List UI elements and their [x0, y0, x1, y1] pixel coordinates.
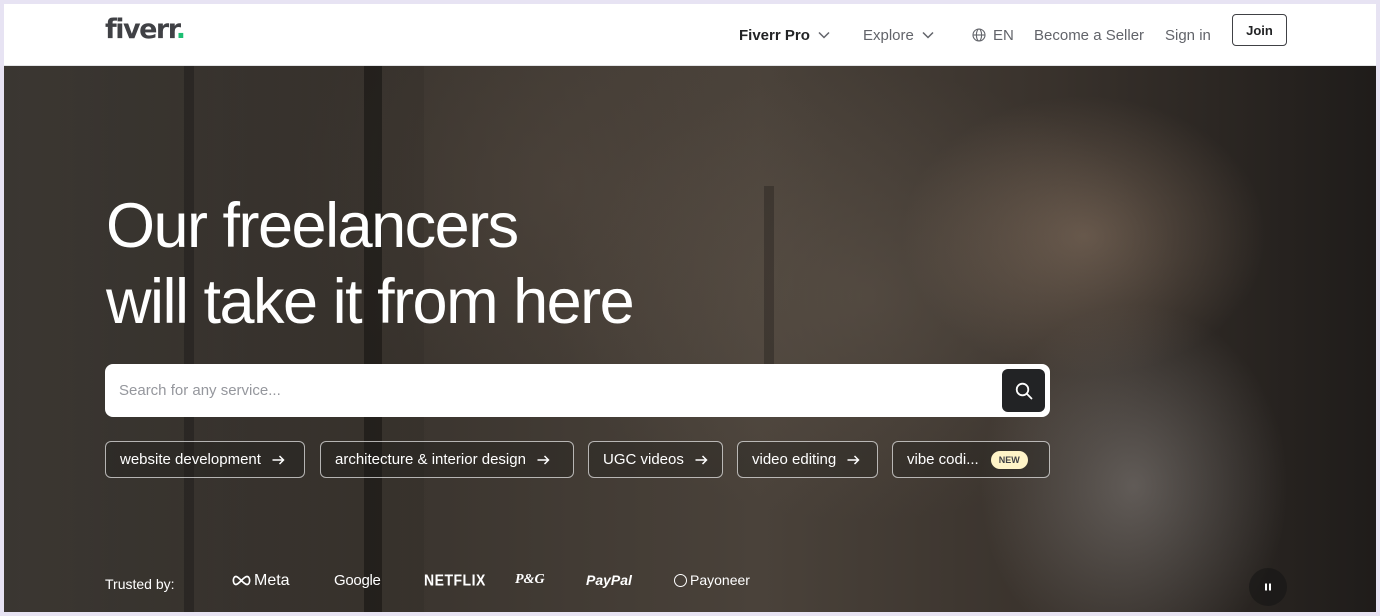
fiverr-logo[interactable]: fiverr. — [105, 14, 186, 45]
brand-logo-meta: Meta — [231, 572, 290, 590]
video-pause-button[interactable] — [1249, 568, 1287, 606]
chip-website-development[interactable]: website development — [105, 441, 305, 478]
nav-fiverr-pro[interactable]: Fiverr Pro — [739, 4, 830, 66]
search-icon — [1015, 382, 1032, 399]
nav-explore[interactable]: Explore — [863, 4, 934, 66]
new-badge: NEW — [990, 450, 1028, 469]
hero-headline-line-1: Our freelancers — [106, 191, 519, 261]
brand-logo-pg: P&G — [515, 572, 545, 587]
arrow-right-icon — [695, 454, 708, 465]
nav-explore-label: Explore — [863, 26, 914, 44]
nav-become-seller[interactable]: Become a Seller — [1034, 4, 1144, 66]
brand-logo-payoneer: Payoneer — [674, 572, 750, 588]
pause-icon — [1265, 583, 1271, 591]
nav-language-label: EN — [993, 26, 1014, 44]
chip-label: vibe codi... — [907, 451, 979, 468]
logo-text: fiverr — [105, 14, 177, 45]
brand-payoneer-text: Payoneer — [690, 572, 750, 588]
chip-architecture-interior-design[interactable]: architecture & interior design — [320, 441, 574, 478]
chevron-down-icon — [922, 31, 934, 39]
brand-logo-paypal: PayPal — [586, 572, 632, 588]
chevron-down-icon — [818, 31, 830, 39]
nav-language[interactable]: EN — [972, 4, 1014, 66]
chip-ugc-videos[interactable]: UGC videos — [588, 441, 723, 478]
hero-headline-line-2: will take it from here — [106, 267, 635, 337]
chip-label: UGC videos — [603, 451, 684, 468]
logo-dot: . — [175, 14, 186, 45]
site-header: fiverr. Fiverr Pro Explore EN Become a S… — [4, 4, 1376, 66]
globe-icon — [972, 28, 986, 42]
arrow-right-icon — [537, 454, 550, 465]
hero-headline: Our freelancers will take it from here — [106, 188, 826, 340]
nav-sign-in[interactable]: Sign in — [1165, 4, 1211, 66]
nav-become-seller-label: Become a Seller — [1034, 26, 1145, 44]
search-bar — [105, 364, 1050, 417]
hero-section: Our freelancers will take it from here w… — [4, 66, 1376, 612]
chip-vibe-coding[interactable]: vibe codi... NEW — [892, 441, 1050, 478]
brand-logo-google: Google — [334, 572, 381, 589]
brand-meta-text: Meta — [254, 572, 290, 589]
arrow-right-icon — [847, 454, 860, 465]
brand-logo-netflix: NETFLIX — [424, 571, 486, 589]
payoneer-ring-icon — [674, 573, 687, 587]
chip-label: architecture & interior design — [335, 451, 526, 468]
chip-video-editing[interactable]: video editing — [737, 441, 878, 478]
page-frame: fiverr. Fiverr Pro Explore EN Become a S… — [4, 4, 1376, 612]
arrow-right-icon — [272, 454, 285, 465]
trusted-by-label: Trusted by: — [105, 576, 175, 592]
search-input[interactable] — [119, 364, 989, 417]
meta-infinity-icon — [232, 575, 251, 586]
join-button[interactable]: Join — [1232, 14, 1287, 46]
chip-label: website development — [120, 451, 261, 468]
nav-sign-in-label: Sign in — [1165, 26, 1211, 44]
chip-label: video editing — [752, 451, 837, 468]
search-button[interactable] — [1002, 369, 1045, 412]
nav-fiverr-pro-label: Fiverr Pro — [739, 26, 810, 44]
